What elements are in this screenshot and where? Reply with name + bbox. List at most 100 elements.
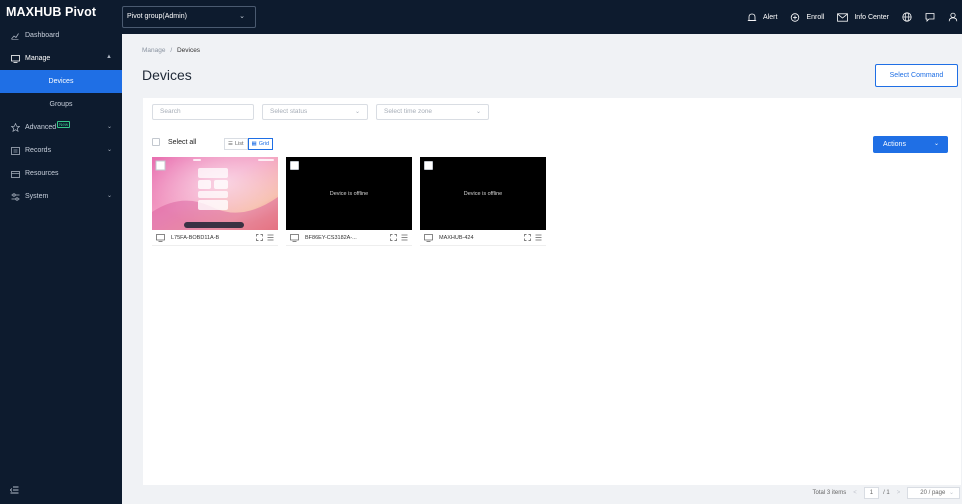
monitor-icon [424,233,433,242]
checkbox[interactable] [152,138,160,146]
group-select[interactable]: Pivot group(Admin) ⌄ [122,6,256,28]
device-name: BF86EY-CS3182A-... [305,234,357,241]
select-command-button[interactable]: Select Command [875,64,958,87]
sidebar-item-manage[interactable]: Manage ▲ [0,47,122,70]
breadcrumb-separator: / [170,47,173,54]
sidebar-item-groups[interactable]: Groups [0,93,122,116]
page-input[interactable]: 1 [863,487,880,499]
chevron-down-icon: ⌄ [106,124,112,130]
sidebar-item-label: Groups [49,101,73,108]
main-content: Manage / Devices Devices Select Command … [122,34,962,504]
resources-icon [10,170,20,178]
device-screen-thumbnail [152,157,278,230]
device-screenshot[interactable] [152,157,278,230]
alert-icon [747,13,757,22]
enroll-button[interactable]: Enroll [790,12,824,22]
chevron-down-icon: ⌄ [239,13,245,20]
select-all-checkbox[interactable]: Select all [152,138,196,146]
search-placeholder: Search [160,108,181,115]
checkbox[interactable] [290,161,299,170]
sidebar-item-records[interactable]: Records ⌄ [0,139,122,162]
globe-icon[interactable] [902,12,912,22]
app-logo: MAXHUB Pivot [6,5,97,19]
total-pages: / 1 [883,490,890,496]
search-input[interactable]: Search [152,104,254,120]
grid-label: Grid [258,141,270,147]
top-actions: Alert Enroll Info Center [734,0,962,34]
sidebar-item-label: System [25,193,49,200]
total-items: Total 3 items [812,490,847,496]
chevron-up-icon: ▲ [106,54,112,60]
info-center-label: Info Center [854,13,889,21]
device-card[interactable]: Device is offline BF86EY-CS3182A-... [286,157,412,246]
status-select[interactable]: Select status ⌄ [262,104,368,120]
pagination: Total 3 items < 1 / 1 > 20 / page ⌄ [806,482,962,504]
offline-message: Device is offline [329,191,369,197]
select-all-label: Select all [168,138,197,146]
list-view-button[interactable]: ☰ List [224,138,248,150]
offline-message: Device is offline [463,191,503,197]
device-name: MAXHUB-424 [439,234,474,241]
page-size-value: 20 / page [920,490,946,496]
menu-icon[interactable] [401,234,408,241]
new-badge: New [57,121,71,128]
menu-icon[interactable] [535,234,542,241]
monitor-icon [10,54,20,63]
sidebar-item-label: Devices [48,78,74,85]
actions-dropdown-button[interactable]: Actions ⌄ [873,136,948,153]
devices-panel: Search Select status ⌄ Select time zone … [143,98,961,485]
top-bar: Pivot group(Admin) ⌄ Alert Enroll Info C… [122,0,962,34]
status-placeholder: Select status [270,108,308,115]
chevron-down-icon: ⌄ [933,141,939,147]
sidebar-item-devices[interactable]: Devices [0,70,122,93]
chevron-down-icon: ⌄ [475,109,481,115]
settings-sliders-icon [10,192,20,201]
chevron-down-icon: ⌄ [106,193,112,199]
group-select-value: Pivot group(Admin) [127,13,187,20]
fullscreen-icon[interactable] [256,234,263,241]
user-icon[interactable] [948,12,958,22]
sidebar: MAXHUB Pivot Dashboard Manage ▲ Devices … [0,0,122,504]
chevron-down-icon: ⌄ [354,109,360,115]
sidebar-item-resources[interactable]: Resources [0,162,122,185]
page-title: Devices [142,67,192,83]
chevron-down-icon: ⌄ [106,147,112,153]
monitor-icon [156,233,165,242]
grid-view-button[interactable]: ▦ Grid [247,138,274,150]
sidebar-item-label: Resources [25,170,59,177]
device-screenshot[interactable]: Device is offline [420,157,546,230]
menu-icon[interactable] [267,234,274,241]
sidebar-item-label: Records [25,147,52,154]
prev-page-icon[interactable]: < [853,490,857,496]
view-toggle: ☰ List ▦ Grid [224,138,274,150]
device-card-footer: BF86EY-CS3182A-... [286,230,412,246]
mail-icon [837,12,849,22]
list-label: List [234,141,244,147]
breadcrumb: Manage / Devices [142,47,200,54]
page-size-select[interactable]: 20 / page ⌄ [907,487,960,499]
chat-icon[interactable] [925,12,935,22]
records-icon [10,146,20,155]
collapse-sidebar-icon[interactable] [9,486,19,496]
breadcrumb-manage[interactable]: Manage [142,47,166,54]
sidebar-item-system[interactable]: System ⌄ [0,185,122,208]
fullscreen-icon[interactable] [524,234,531,241]
grid-icon: ▦ [251,141,257,147]
next-page-icon[interactable]: > [897,490,901,496]
sidebar-item-dashboard[interactable]: Dashboard [0,24,122,47]
timezone-select[interactable]: Select time zone ⌄ [376,104,489,120]
list-icon: ☰ [228,141,233,147]
checkbox[interactable] [424,161,433,170]
fullscreen-icon[interactable] [390,234,397,241]
info-center-button[interactable]: Info Center [837,12,889,22]
device-card-footer: MAXHUB-424 [420,230,546,246]
device-card[interactable]: L75FA-BOBD11A-B [152,157,278,246]
device-screenshot[interactable]: Device is offline [286,157,412,230]
sidebar-item-label: Manage [25,55,51,62]
sidebar-item-advanced[interactable]: Advanced New ⌄ [0,116,122,139]
breadcrumb-devices: Devices [176,47,201,54]
device-card[interactable]: Device is offline MAXHUB-424 [420,157,546,246]
sidebar-item-label: Dashboard [25,32,60,39]
alert-button[interactable]: Alert [747,13,777,22]
device-card-footer: L75FA-BOBD11A-B [152,230,278,246]
